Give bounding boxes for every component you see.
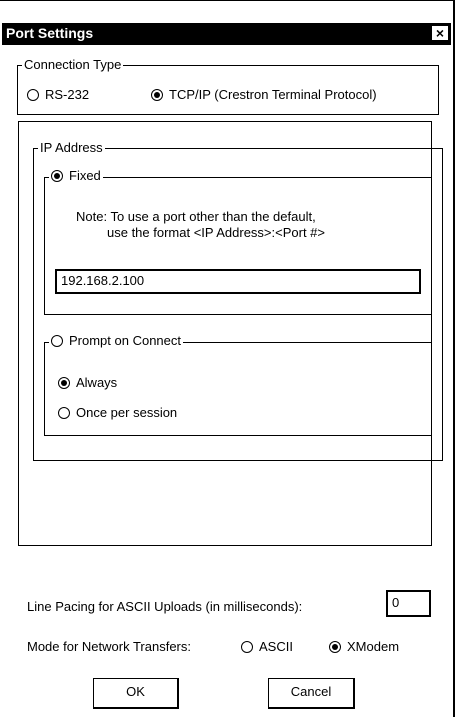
cancel-button[interactable]: Cancel <box>268 678 355 709</box>
radio-ascii-indicator <box>241 640 253 653</box>
radio-once-indicator <box>58 406 70 419</box>
radio-xmodem[interactable]: XModem <box>329 639 399 654</box>
ip-address-input[interactable]: 192.168.2.100 <box>55 269 421 294</box>
port-settings-dialog: Port Settings × Connection Type RS-232 T… <box>0 0 455 718</box>
radio-once-per-session[interactable]: Once per session <box>58 405 177 420</box>
radio-prompt-label: Prompt on Connect <box>69 333 182 348</box>
radio-rs232-label: RS-232 <box>45 87 90 102</box>
prompt-legend: Prompt on Connect <box>49 334 183 350</box>
radio-xmodem-label: XModem <box>347 639 400 654</box>
ip-address-legend: IP Address <box>40 140 103 155</box>
radio-fixed[interactable]: Fixed <box>51 169 101 183</box>
radio-xmodem-indicator <box>329 640 341 653</box>
radio-prompt-on-connect[interactable]: Prompt on Connect <box>51 334 181 348</box>
radio-once-label: Once per session <box>76 405 178 420</box>
close-icon: × <box>435 25 445 41</box>
line-pacing-input[interactable]: 0 <box>386 590 431 617</box>
note-line-1: Note: To use a port other than the defau… <box>76 209 316 224</box>
fixed-legend: Fixed <box>49 169 103 185</box>
radio-always-indicator <box>58 376 70 389</box>
dialog-title: Port Settings <box>6 25 94 41</box>
mode-transfers-label: Mode for Network Transfers: <box>27 639 191 654</box>
radio-fixed-indicator <box>51 170 63 182</box>
radio-always-label: Always <box>76 375 118 390</box>
radio-rs232[interactable]: RS-232 <box>27 87 89 102</box>
radio-fixed-label: Fixed <box>69 168 101 183</box>
note-line-2: use the format <IP Address>:<Port #> <box>107 225 326 240</box>
ok-button[interactable]: OK <box>93 678 179 709</box>
radio-ascii[interactable]: ASCII <box>241 639 293 654</box>
close-button[interactable]: × <box>431 25 449 41</box>
radio-tcpip[interactable]: TCP/IP (Crestron Terminal Protocol) <box>151 87 377 102</box>
title-bar: Port Settings × <box>2 23 451 45</box>
line-pacing-label: Line Pacing for ASCII Uploads (in millis… <box>27 599 303 614</box>
radio-ascii-label: ASCII <box>259 639 293 654</box>
radio-tcpip-indicator <box>151 88 163 101</box>
radio-prompt-indicator <box>51 335 63 347</box>
radio-rs232-indicator <box>27 88 39 101</box>
connection-type-legend: Connection Type <box>24 57 122 72</box>
radio-tcpip-label: TCP/IP (Crestron Terminal Protocol) <box>169 87 377 102</box>
radio-always[interactable]: Always <box>58 375 117 390</box>
